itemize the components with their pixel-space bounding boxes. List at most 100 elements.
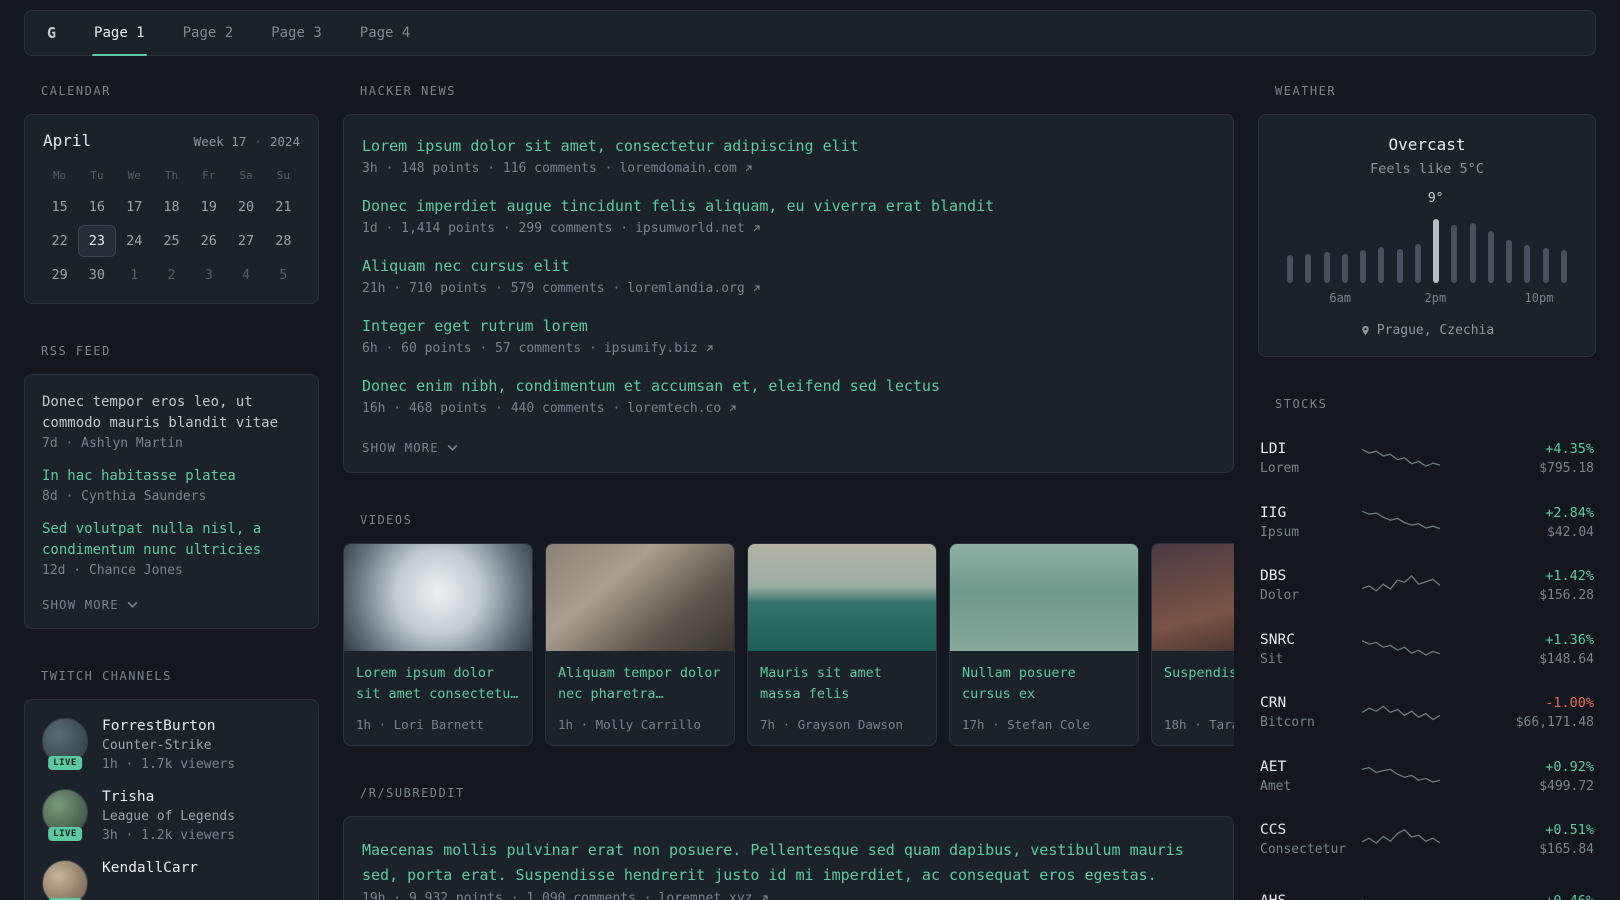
stock-row[interactable]: CCS Consectetur +0.51% $165.84 (1260, 808, 1594, 872)
stock-change: -1.00% (1545, 695, 1594, 712)
stock-sparkline (1362, 761, 1440, 791)
video-card[interactable]: Lorem ipsum dolor sit amet consectetu… 1… (343, 543, 533, 746)
stock-ticker: AHS (1260, 893, 1362, 900)
calendar-grid: Mo Tu We Th Fr Sa Su 15 16 17 18 19 20 2… (41, 162, 302, 291)
chevron-down-icon (127, 601, 138, 608)
weather-hour-label: 6am (1329, 291, 1352, 305)
stock-row[interactable]: LDI Lorem +4.35% $795.18 (1260, 427, 1594, 491)
video-body: Lorem ipsum dolor sit amet consectetu… 1… (344, 651, 532, 745)
calendar-year: 2024 (269, 134, 300, 149)
hn-domain-link[interactable]: loremtech.co (627, 401, 721, 416)
rss-headline[interactable]: In hac habitasse platea (42, 466, 301, 487)
video-card[interactable]: Nullam posuere cursus ex 17h · Stefan Co… (949, 543, 1139, 746)
stock-row[interactable]: IIG Ipsum +2.84% $42.04 (1260, 491, 1594, 555)
app-logo: G (47, 24, 57, 42)
calendar-day: 4 (241, 267, 251, 283)
hn-domain-link[interactable]: ipsumify.biz (604, 341, 698, 356)
stock-price: $66,171.48 (1515, 715, 1594, 731)
external-link-icon (753, 225, 760, 232)
hn-title[interactable]: Lorem ipsum dolor sit amet, consectetur … (362, 136, 1215, 157)
videos-row[interactable]: Lorem ipsum dolor sit amet consectetu… 1… (343, 543, 1234, 746)
channel-name: KendallCarr (102, 860, 199, 876)
hn-title[interactable]: Donec imperdiet augue tincidunt felis al… (362, 196, 1215, 217)
video-body: Nullam posuere cursus ex 17h · Stefan Co… (950, 651, 1138, 745)
stock-row[interactable]: AET Amet +0.92% $499.72 (1260, 745, 1594, 809)
stock-change: +0.51% (1545, 822, 1594, 839)
calendar-section-title: CALENDAR (41, 84, 111, 98)
video-card[interactable]: Suspendisse diam 18h · Tara (1151, 543, 1234, 746)
weather-feels-like: Feels like 5°C (1370, 161, 1484, 177)
tab-page-4[interactable]: Page 4 (346, 11, 425, 55)
twitch-channel[interactable]: LIVE ForrestBurton Counter-Strike 1h · 1… (42, 718, 301, 772)
hn-title[interactable]: Donec enim nibh, condimentum et accumsan… (362, 376, 1215, 397)
rss-headline[interactable]: Donec tempor eros leo, ut commodo mauris… (42, 392, 301, 434)
video-meta: 1h · Molly Carrillo (558, 716, 701, 732)
calendar-day: 19 (200, 199, 217, 215)
twitch-section-title: TWITCH CHANNELS (41, 669, 172, 683)
stock-ticker: LDI (1260, 441, 1287, 458)
video-body: Suspendisse diam 18h · Tara (1152, 651, 1234, 745)
live-badge: LIVE (48, 756, 82, 770)
hn-meta-text: 3h · 148 points · 116 comments · (362, 161, 613, 176)
video-title[interactable]: Nullam posuere cursus ex (962, 663, 1126, 705)
subreddit-post: Maecenas mollis pulvinar erat non posuer… (362, 838, 1215, 900)
calendar-day: 16 (88, 199, 106, 215)
video-title[interactable]: Mauris sit amet massa felis (760, 663, 924, 705)
stock-values: +0.51% $165.84 (1440, 822, 1594, 857)
subreddit-post-title[interactable]: Maecenas mollis pulvinar erat non posuer… (362, 838, 1215, 888)
twitch-channel[interactable]: LIVE Trisha League of Legends 3h · 1.2k … (42, 789, 301, 843)
stock-price: $42.04 (1547, 524, 1594, 540)
video-title[interactable]: Aliquam tempor dolor nec pharetra… (558, 663, 722, 705)
hn-title[interactable]: Integer eget rutrum lorem (362, 316, 1215, 337)
hn-domain-link[interactable]: loremdomain.com (619, 161, 736, 176)
weather-location-text: Prague, Czechia (1376, 323, 1495, 338)
avatar (42, 860, 88, 900)
calendar-day: 15 (51, 199, 68, 215)
video-title[interactable]: Lorem ipsum dolor sit amet consectetu… (356, 663, 520, 705)
hackernews-widget: Lorem ipsum dolor sit amet, consectetur … (343, 114, 1234, 473)
hn-show-more-button[interactable]: SHOW MORE (362, 440, 458, 455)
rss-meta: 7d · Ashlyn Martin (42, 436, 183, 451)
stock-price: $156.28 (1539, 588, 1594, 604)
video-card[interactable]: Aliquam tempor dolor nec pharetra… 1h · … (545, 543, 735, 746)
calendar-dow: We (127, 169, 141, 182)
subreddit-domain-link[interactable]: loremnet.xyz (659, 891, 753, 900)
stock-name: Sit (1260, 651, 1284, 667)
stock-row[interactable]: SNRC Sit +1.36% $148.64 (1260, 618, 1594, 682)
hn-item: Donec imperdiet augue tincidunt felis al… (362, 196, 1215, 236)
stock-info: SNRC Sit (1260, 632, 1362, 667)
rss-show-more-button[interactable]: SHOW MORE (42, 597, 138, 612)
tab-page-3[interactable]: Page 3 (257, 11, 336, 55)
stock-sparkline (1362, 698, 1440, 728)
middle-column: HACKER NEWS Lorem ipsum dolor sit amet, … (343, 84, 1234, 900)
hn-item: Lorem ipsum dolor sit amet, consectetur … (362, 136, 1215, 176)
show-more-label: SHOW MORE (362, 440, 439, 455)
video-title[interactable]: Suspendisse diam (1164, 663, 1234, 684)
stock-ticker: AET (1260, 758, 1287, 775)
tab-label: Page 1 (94, 25, 145, 41)
dashboard-columns: CALENDAR April Week 17 · 2024 Mo Tu We T… (24, 84, 1596, 900)
stock-row[interactable]: DBS Dolor +1.42% $156.28 (1260, 554, 1594, 618)
tab-page-1[interactable]: Page 1 (80, 11, 159, 56)
twitch-channel[interactable]: LIVE KendallCarr (42, 860, 301, 900)
hn-domain-link[interactable]: loremlandia.org (627, 281, 744, 296)
hn-domain-link[interactable]: ipsumworld.net (635, 221, 745, 236)
avatar-wrap: LIVE (42, 860, 88, 900)
hn-item: Donec enim nibh, condimentum et accumsan… (362, 376, 1215, 416)
rss-headline[interactable]: Sed volutpat nulla nisl, a condimentum n… (42, 519, 301, 561)
channel-info: ForrestBurton Counter-Strike 1h · 1.7k v… (102, 718, 235, 772)
calendar-day: 22 (51, 233, 68, 249)
stock-row[interactable]: CRN Bitcorn -1.00% $66,171.48 (1260, 681, 1594, 745)
stock-values: +0.92% $499.72 (1440, 759, 1594, 794)
video-card[interactable]: Mauris sit amet massa felis 7h · Grayson… (747, 543, 937, 746)
hn-title[interactable]: Aliquam nec cursus elit (362, 256, 1215, 277)
calendar-day: 1 (130, 267, 139, 283)
weather-bar (1305, 254, 1312, 283)
weather-bar (1287, 255, 1293, 283)
stock-info: AET Amet (1260, 759, 1362, 794)
calendar-separator: · (254, 134, 262, 149)
tab-page-2[interactable]: Page 2 (169, 11, 248, 55)
subreddit-meta-text: 19h · 9,932 points · 1,090 comments · (362, 891, 652, 900)
stock-row[interactable]: AHS +0.46% (1260, 872, 1594, 900)
stock-info: IIG Ipsum (1260, 505, 1362, 540)
